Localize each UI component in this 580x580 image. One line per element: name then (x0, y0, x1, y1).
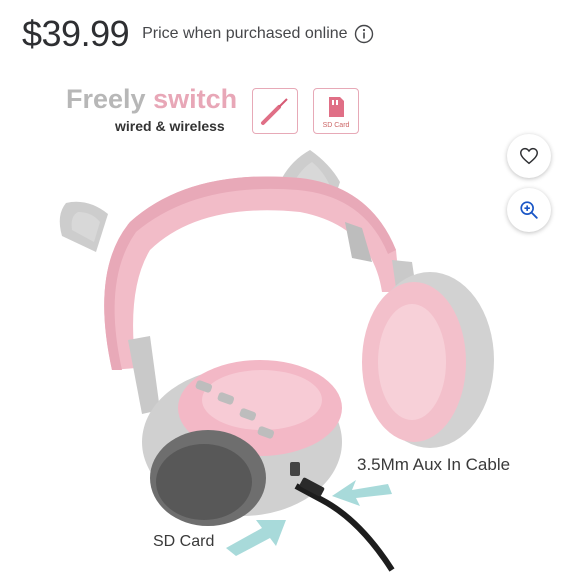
promo-word2: switch (153, 84, 238, 114)
cable-badge (252, 88, 298, 134)
zoom-in-icon (520, 201, 538, 219)
promo-banner: Freely switch wired & wireless SD Card (0, 78, 580, 138)
promo-title: Freely switch (66, 84, 237, 115)
sd-badge: SD Card (313, 88, 359, 134)
aux-plug-icon (261, 98, 288, 125)
heart-icon (520, 147, 538, 165)
sd-callout-label: SD Card (153, 533, 215, 550)
zoom-button[interactable] (507, 188, 551, 232)
aux-callout-label: 3.5Mm Aux In Cable (357, 455, 511, 474)
sd-badge-caption: SD Card (322, 122, 350, 129)
promo-word1: Freely (66, 84, 146, 114)
favorite-button[interactable] (507, 134, 551, 178)
left-slider (128, 336, 160, 414)
sd-arrow (226, 520, 286, 556)
aux-arrow (332, 480, 392, 506)
promo-tagline: wired & wireless (115, 118, 225, 134)
